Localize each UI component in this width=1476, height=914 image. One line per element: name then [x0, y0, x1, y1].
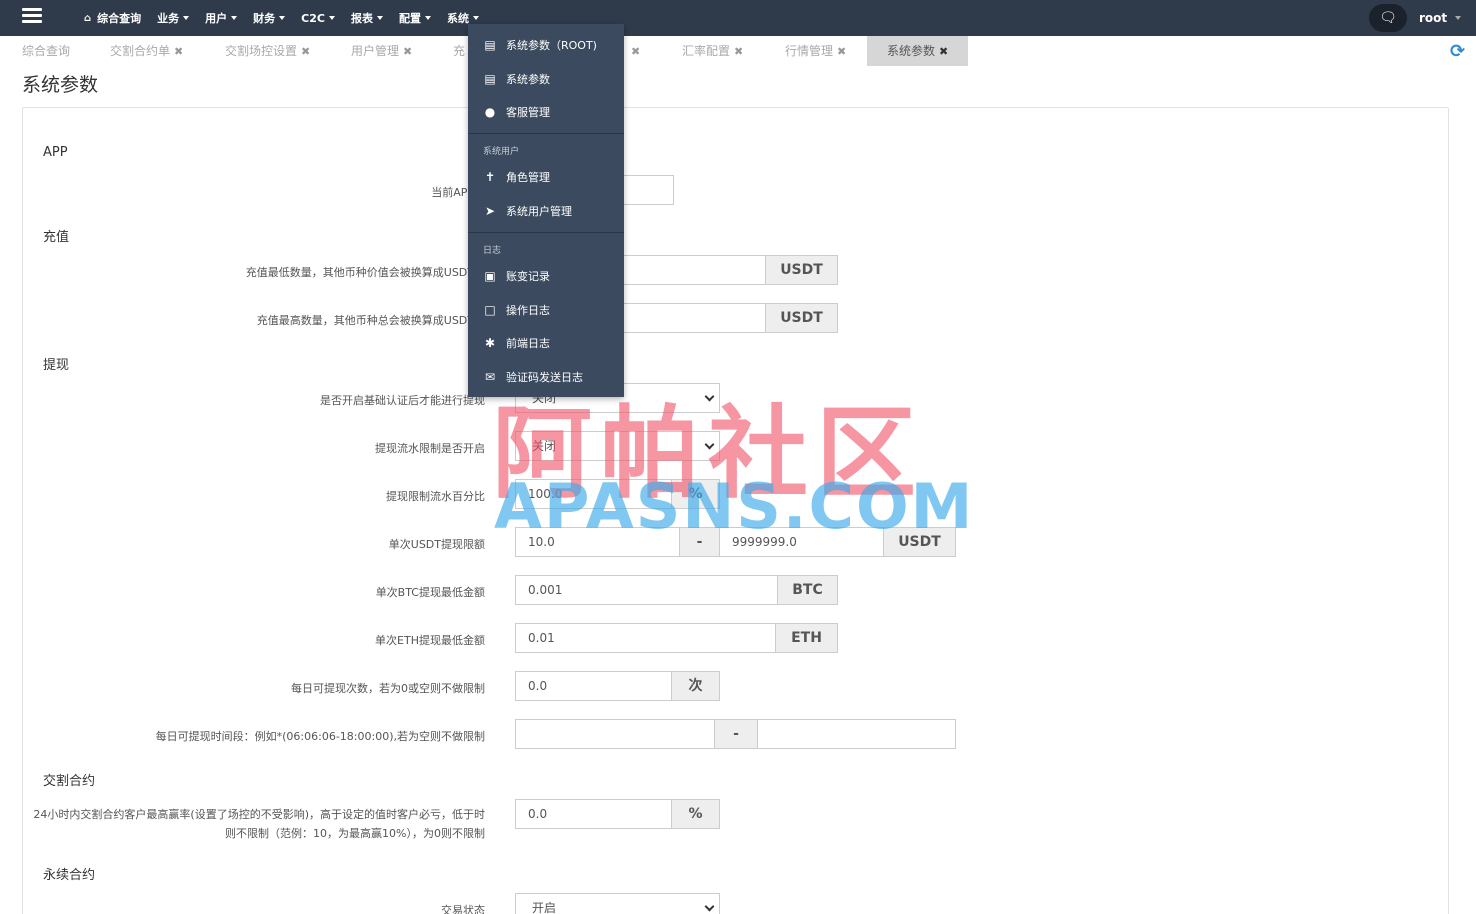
tab-market[interactable]: 行情管理 ✖	[785, 36, 846, 66]
nav-item-config[interactable]: 配置	[399, 10, 431, 26]
close-icon[interactable]: ✖	[734, 45, 743, 58]
tab-exchange-rate[interactable]: 汇率配置 ✖	[682, 36, 743, 66]
eth-addon: ETH	[775, 623, 838, 653]
refresh-icon[interactable]: ⟳	[1450, 41, 1465, 62]
home-icon: ⌂	[84, 12, 92, 24]
menu-item-operation-log[interactable]: □ 操作日志	[468, 298, 624, 322]
caret-down-icon	[472, 16, 479, 20]
asterisk-icon: ✱	[484, 336, 496, 350]
label-btc-min: 单次BTC提现最低金额	[375, 586, 485, 599]
btc-min-input[interactable]: 0.001	[515, 575, 778, 605]
nav-item-users[interactable]: 用户	[205, 10, 238, 26]
inbox-icon: ▣	[484, 269, 496, 283]
label-daily-time: 每日可提现时间段：例如*(06:06:06-18:00:00),若为空则不做限制	[155, 730, 485, 743]
tab-bar: 综合查询 交割合约单 ✖ 交割场控设置 ✖ 用户管理 ✖ 充 ✖ 汇率配置 ✖ 行情管理…	[0, 36, 1476, 66]
section-perpetual: 永续合约	[43, 868, 96, 883]
section-recharge: 充值	[43, 230, 70, 245]
tab-query[interactable]: 综合查询	[22, 36, 70, 66]
menu-divider	[468, 232, 624, 233]
menu-item-customer-service[interactable]: ● 客服管理	[468, 100, 624, 124]
percent-addon: %	[671, 799, 720, 829]
daily-count-input[interactable]: 0.0	[515, 671, 672, 701]
label-trade-status: 交易状态	[441, 904, 485, 914]
user-menu[interactable]: root	[1419, 0, 1462, 36]
label-daily-count: 每日可提现次数，若为0或空则不做限制	[291, 682, 485, 695]
label-withdraw-flow-pct: 提现限制流水百分比	[386, 490, 485, 503]
nav-item-reports[interactable]: 报表	[351, 10, 383, 26]
caret-down-icon	[1455, 16, 1462, 20]
chat-icon[interactable]: 🗨	[1369, 4, 1407, 32]
menu-item-system-params[interactable]: ▤ 系统参数	[468, 67, 624, 91]
trade-status-select[interactable]: 开启	[515, 893, 720, 914]
tab-delivery-control[interactable]: 交割场控设置 ✖	[225, 36, 310, 66]
dash-addon: -	[714, 719, 758, 749]
menu-item-balance-log[interactable]: ▣ 账变记录	[468, 264, 624, 288]
usdt-addon: USDT	[765, 303, 838, 333]
tab-delivery-orders[interactable]: 交割合约单 ✖	[110, 36, 183, 66]
label-recharge-min: 充值最低数量，其他币种价值会被换算成USDT来	[245, 266, 485, 279]
label-recharge-max: 充值最高数量，其他币种总会被换算成USDT来	[256, 314, 485, 327]
close-icon[interactable]: ✖	[174, 45, 183, 58]
nav-item-finance[interactable]: 财务	[253, 10, 286, 26]
nav-item-c2c[interactable]: C2C	[301, 12, 335, 25]
label-withdraw-auth: 是否开启基础认证后才能进行提现	[320, 394, 485, 407]
tab-user-management[interactable]: 用户管理 ✖	[351, 36, 412, 66]
list-icon: ▤	[484, 72, 496, 86]
menu-item-system-users[interactable]: ➤ 系统用户管理	[468, 199, 624, 223]
label-eth-min: 单次ETH提现最低金额	[375, 634, 485, 647]
nav-item-query[interactable]: ⌂ 综合查询	[84, 10, 141, 26]
menu-header-logs: 日志	[483, 246, 502, 256]
caret-down-icon	[328, 16, 335, 20]
btc-addon: BTC	[777, 575, 838, 605]
menu-item-roles[interactable]: ✝ 角色管理	[468, 165, 624, 189]
top-navbar: ⌂ 综合查询 业务 用户 财务 C2C 报表 配置 系统 🗨 root	[0, 0, 1476, 36]
file-icon: □	[484, 303, 496, 317]
close-icon[interactable]: ✖	[939, 45, 948, 58]
main-nav: ⌂ 综合查询 业务 用户 财务 C2C 报表 配置 系统	[84, 0, 495, 36]
menu-item-system-params-root[interactable]: ▤ 系统参数（ROOT)	[468, 33, 624, 57]
close-icon[interactable]: ✖	[631, 45, 640, 58]
eth-min-input[interactable]: 0.01	[515, 623, 776, 653]
tab-hidden[interactable]: ✖	[627, 36, 640, 66]
menu-header-system-users: 系统用户	[483, 147, 520, 157]
section-app: APP	[43, 145, 68, 160]
user-icon: ●	[484, 105, 496, 119]
section-delivery: 交割合约	[43, 774, 96, 789]
menu-divider	[468, 133, 624, 134]
label-withdraw-flow: 提现流水限制是否开启	[375, 442, 485, 455]
caret-down-icon	[279, 16, 286, 20]
tab-recharge[interactable]: 充	[453, 36, 465, 66]
close-icon[interactable]: ✖	[301, 45, 310, 58]
daily-time-start-input[interactable]	[515, 719, 715, 749]
delivery-rate-input[interactable]: 0.0	[515, 799, 672, 829]
times-addon: 次	[671, 671, 720, 701]
caret-down-icon	[376, 16, 383, 20]
tie-icon: ✝	[484, 170, 496, 184]
label-usdt-limit: 单次USDT提现限额	[388, 538, 485, 551]
page-title: 系统参数	[22, 74, 99, 96]
tab-system-params[interactable]: 系统参数 ✖	[867, 36, 969, 66]
watermark-en: APASNS.COM	[494, 470, 975, 543]
system-dropdown-menu: ▤ 系统参数（ROOT) ▤ 系统参数 ● 客服管理 系统用户 ✝ 角色管理 ➤ 系统用户…	[468, 24, 624, 397]
section-withdraw: 提现	[43, 358, 70, 373]
usdt-addon: USDT	[765, 255, 838, 285]
close-icon[interactable]: ✖	[837, 45, 846, 58]
bullhorn-icon: ➤	[484, 204, 496, 218]
menu-item-frontend-log[interactable]: ✱ 前端日志	[468, 331, 624, 355]
daily-time-end-input[interactable]	[757, 719, 956, 749]
caret-down-icon	[183, 16, 190, 20]
label-delivery-rate: 24小时内交割合约客户最高赢率(设置了场控的不受影响)，高于设定的值时客户必亏，…	[33, 808, 485, 840]
chevron-down-icon	[704, 901, 715, 912]
list-icon: ▤	[484, 38, 496, 52]
caret-down-icon	[424, 16, 431, 20]
caret-down-icon	[231, 16, 238, 20]
nav-item-business[interactable]: 业务	[157, 10, 190, 26]
menu-toggle-icon[interactable]	[22, 8, 42, 24]
close-icon[interactable]: ✖	[403, 45, 412, 58]
